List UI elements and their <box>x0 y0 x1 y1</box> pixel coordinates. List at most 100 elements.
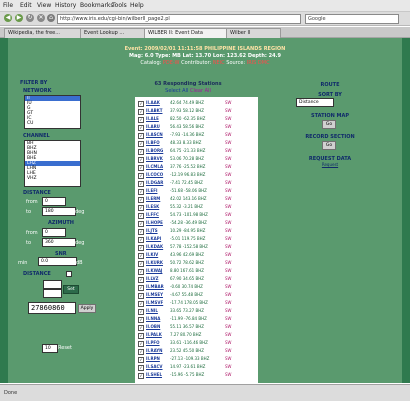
menu-file[interactable]: File <box>3 2 13 9</box>
event-details: Mag: 6.0 Type: MB Lat: 13.70 Lon: 123.62… <box>129 53 281 59</box>
record-section-go-button[interactable]: Go <box>322 141 336 150</box>
station-code-link[interactable]: II.RPN <box>146 355 160 363</box>
station-code-link[interactable]: II.PFO <box>146 339 160 347</box>
station-info: 55.32 -3.21 BHZ <box>170 204 203 209</box>
station-code-link[interactable]: II.AAK <box>146 99 160 107</box>
reset-label: Reset <box>58 345 72 351</box>
station-code-link[interactable]: II.ABKT <box>146 107 162 115</box>
station-code-link[interactable]: II.JTS <box>146 227 158 235</box>
network-option[interactable]: CU <box>25 121 80 126</box>
station-code-link[interactable]: II.ARU <box>146 123 160 131</box>
menu-edit[interactable]: Edit <box>20 2 32 9</box>
station-info: 64.75 -21.33 BHZ <box>170 148 206 153</box>
menu-help[interactable]: Help <box>130 2 144 9</box>
station-code-link[interactable]: II.NNA <box>146 315 160 323</box>
distance-limit-label: DISTANCE <box>23 271 51 277</box>
station-code-link[interactable]: II.MSEY <box>146 291 163 299</box>
station-code-link[interactable]: II.FFC <box>146 211 159 219</box>
station-code-link[interactable]: II.EFI <box>146 187 157 195</box>
station-code-link[interactable]: II.RAYN <box>146 347 163 355</box>
station-code-link[interactable]: II.ALE <box>146 115 159 123</box>
station-code-link[interactable]: II.KWAJ <box>146 267 162 275</box>
distance-limit-min-input[interactable] <box>43 280 62 289</box>
address-bar[interactable]: http://www.iris.edu/cgi-bin/wilberII_pag… <box>57 14 301 24</box>
station-row: ✓ II.RAYN 23.52 45.50 BHZ SW <box>135 347 258 355</box>
station-code-link[interactable]: II.KDAK <box>146 243 163 251</box>
station-row: ✓ II.KIV 43.96 42.69 BHZ SW <box>135 251 258 259</box>
station-code-link[interactable]: II.SACV <box>146 363 163 371</box>
station-info: 50.72 78.62 BHZ <box>170 260 204 265</box>
azimuth-to-select[interactable]: 360 <box>42 238 76 247</box>
distance-from-select[interactable]: 0 <box>42 197 66 206</box>
station-code-link[interactable]: II.KIV <box>146 251 158 259</box>
tab-event-lookup[interactable]: Event Lookup ... <box>80 28 145 38</box>
snr-select[interactable]: 0.0 <box>38 257 77 266</box>
search-input[interactable]: Google <box>305 14 399 24</box>
reload-icon[interactable]: ↻ <box>26 14 34 22</box>
azimuth-from-label: from <box>26 230 38 236</box>
station-code-link[interactable]: II.HOPE <box>146 219 163 227</box>
forward-icon[interactable]: ▶ <box>15 14 23 22</box>
station-location: SW <box>225 252 232 257</box>
station-code-link[interactable]: II.BRVK <box>146 155 163 163</box>
stop-icon[interactable]: ✕ <box>37 14 45 22</box>
bottom-value-input[interactable]: 10 <box>42 344 58 353</box>
station-location: SW <box>225 180 232 185</box>
station-code-link[interactable]: II.ESK <box>146 203 159 211</box>
station-code-link[interactable]: II.PALK <box>146 331 162 339</box>
station-code-link[interactable]: II.BFO <box>146 139 160 147</box>
azimuth-from-select[interactable]: 0 <box>42 228 66 237</box>
station-code-link[interactable]: II.BORG <box>146 147 163 155</box>
menu-history[interactable]: History <box>55 2 76 9</box>
station-code-link[interactable]: II.COCO <box>146 171 163 179</box>
station-info: -0.60 30.74 BHZ <box>170 284 203 289</box>
station-info: -7.41 72.45 BHZ <box>170 180 203 185</box>
station-location: SW <box>225 308 232 313</box>
distance-limit-max-input[interactable] <box>43 289 62 298</box>
station-location: SW <box>225 156 232 161</box>
channel-listbox[interactable]: BH BHZ BHN BHE LHZ LHN LHE VHZ <box>24 140 81 187</box>
tab-wilber-event-data[interactable]: WILBER II: Event Data <box>144 28 227 38</box>
distance-limit-checkbox[interactable] <box>66 271 72 277</box>
station-code-link[interactable]: II.KURK <box>146 259 163 267</box>
station-code-link[interactable]: II.CMLA <box>146 163 163 171</box>
clear-all-link[interactable]: Clear All <box>190 88 211 94</box>
station-code-link[interactable]: II.SHEL <box>146 371 162 379</box>
station-code-link[interactable]: II.MSVF <box>146 299 163 307</box>
tab-wikipedia[interactable]: Wikipedia, the free... <box>4 28 81 38</box>
tab-wilber[interactable]: Wilber II <box>226 28 281 38</box>
station-code-link[interactable]: II.LVZ <box>146 275 159 283</box>
station-row: ✓ II.ERM 42.02 143.16 BHZ SW <box>135 195 258 203</box>
station-map-go-button[interactable]: Go <box>322 120 336 129</box>
station-checkbox[interactable]: ✓ <box>138 373 144 379</box>
menu-tools[interactable]: Tools <box>112 2 127 9</box>
back-icon[interactable]: ◀ <box>4 14 12 22</box>
station-info: 8.80 167.61 BHZ <box>170 268 204 273</box>
station-code-link[interactable]: II.NIL <box>146 307 158 315</box>
distance-to-select[interactable]: 180 <box>42 207 76 216</box>
time-window-field[interactable]: 27860860 <box>28 302 76 314</box>
station-code-link[interactable]: II.OBN <box>146 323 160 331</box>
station-row: ✓ II.COCO -12.19 96.83 BHZ SW <box>135 171 258 179</box>
channel-option[interactable]: VHZ <box>25 176 80 181</box>
apply-button[interactable]: Apply <box>78 304 96 313</box>
menu-view[interactable]: View <box>37 2 51 9</box>
station-row: ✓ II.OBN 55.11 36.57 BHZ SW <box>135 323 258 331</box>
station-info: 82.50 -62.35 BHZ <box>170 116 206 121</box>
station-code-link[interactable]: II.DGAR <box>146 179 163 187</box>
menu-bookmarks[interactable]: Bookmarks <box>80 2 114 9</box>
station-code-link[interactable]: II.ASCN <box>146 131 163 139</box>
home-icon[interactable]: ⌂ <box>47 14 55 22</box>
station-info: 42.64 74.49 BHZ <box>170 100 204 105</box>
station-location: SW <box>225 108 232 113</box>
station-code-link[interactable]: II.MBAR <box>146 283 164 291</box>
station-code-link[interactable]: II.ERM <box>146 195 160 203</box>
network-listbox[interactable]: II IU G GT IC CU <box>24 95 81 129</box>
distance-limit-button[interactable]: Set <box>63 285 79 294</box>
azimuth-to-label: to <box>26 240 32 246</box>
request-data-link[interactable]: Request <box>300 162 360 167</box>
sort-by-select[interactable]: Distance <box>296 98 334 107</box>
select-all-link[interactable]: Select All <box>165 88 188 94</box>
station-code-link[interactable]: II.KAPI <box>146 235 161 243</box>
distance-to-label: to <box>26 209 32 215</box>
